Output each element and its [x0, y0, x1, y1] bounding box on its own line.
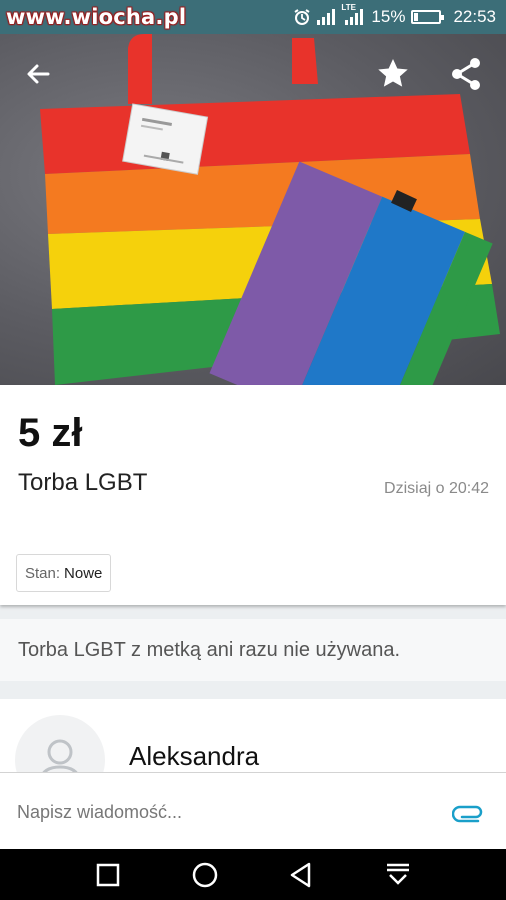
- listing-date: Dzisiaj o 20:42: [384, 480, 489, 497]
- battery-percent: 15%: [371, 7, 406, 26]
- home-icon: [192, 862, 217, 887]
- rainbow-bag-illustration: [40, 34, 500, 385]
- back-icon: [291, 862, 311, 887]
- back-nav-button[interactable]: [281, 855, 321, 895]
- message-composer: [0, 772, 506, 849]
- seller-section[interactable]: Aleksandra: [0, 699, 506, 779]
- listing-photo[interactable]: [0, 34, 506, 385]
- paperclip-icon[interactable]: [452, 801, 484, 823]
- back-arrow-icon: [27, 64, 50, 84]
- back-button[interactable]: [16, 52, 60, 96]
- seller-name[interactable]: Aleksandra: [129, 741, 259, 772]
- lte-signal-icon: LTE: [341, 3, 365, 25]
- battery-icon: [411, 10, 445, 24]
- message-input[interactable]: [17, 795, 417, 829]
- share-icon: [452, 58, 480, 90]
- notifications-icon: [386, 863, 409, 885]
- condition-badge: Stan: Nowe: [16, 554, 112, 592]
- recents-button[interactable]: [88, 855, 128, 895]
- user-icon: [39, 739, 81, 779]
- system-nav-bar: [0, 849, 506, 900]
- status-icons: LTE 15% 22:53: [293, 3, 496, 27]
- alarm-icon: [294, 9, 310, 25]
- star-icon: [378, 59, 408, 87]
- share-button[interactable]: [444, 52, 488, 96]
- favorite-button[interactable]: [371, 52, 415, 96]
- screen: www.wiocha.pl LTE 15% 22:53 5 zł Torba L…: [0, 0, 506, 900]
- listing-title: Torba LGBT: [18, 469, 148, 496]
- price: 5 zł: [18, 411, 83, 455]
- recents-icon: [97, 863, 120, 886]
- notifications-button[interactable]: [378, 855, 418, 895]
- condition-value: Nowe: [64, 564, 103, 582]
- listing-description: Torba LGBT z metką ani razu nie używana.: [0, 619, 506, 681]
- listing-card: 5 zł Torba LGBT Dzisiaj o 20:42 Stan: No…: [0, 385, 506, 605]
- condition-label: Stan:: [25, 564, 61, 582]
- signal-icon: [317, 9, 337, 25]
- avatar[interactable]: [15, 715, 105, 779]
- status-bar: www.wiocha.pl LTE 15% 22:53: [0, 0, 506, 34]
- clock: 22:53: [453, 7, 496, 26]
- watermark: www.wiocha.pl: [6, 5, 187, 29]
- home-button[interactable]: [185, 855, 225, 895]
